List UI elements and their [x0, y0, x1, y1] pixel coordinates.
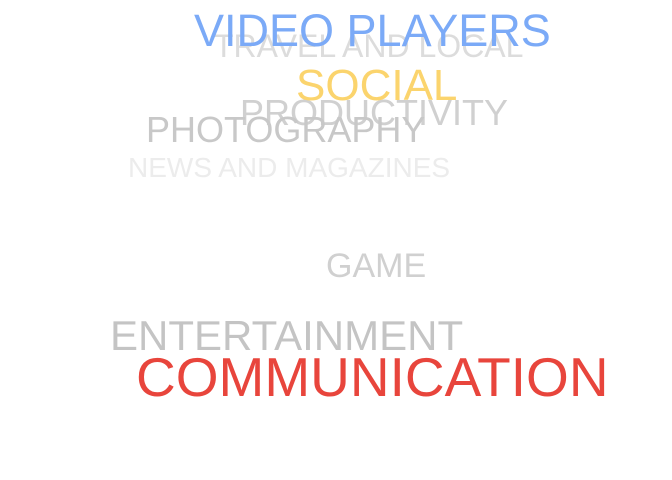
- word-photography: PHOTOGRAPHY: [146, 109, 426, 150]
- word-news-and-magazines: NEWS AND MAGAZINES: [128, 152, 451, 183]
- word-communication: COMMUNICATION: [136, 346, 609, 408]
- word-cloud: TRAVEL AND LOCAL VIDEO PLAYERS PRODUCTIV…: [0, 0, 672, 480]
- word-social: SOCIAL: [296, 61, 458, 110]
- word-game: GAME: [326, 247, 427, 285]
- word-video-players: VIDEO PLAYERS: [194, 5, 551, 56]
